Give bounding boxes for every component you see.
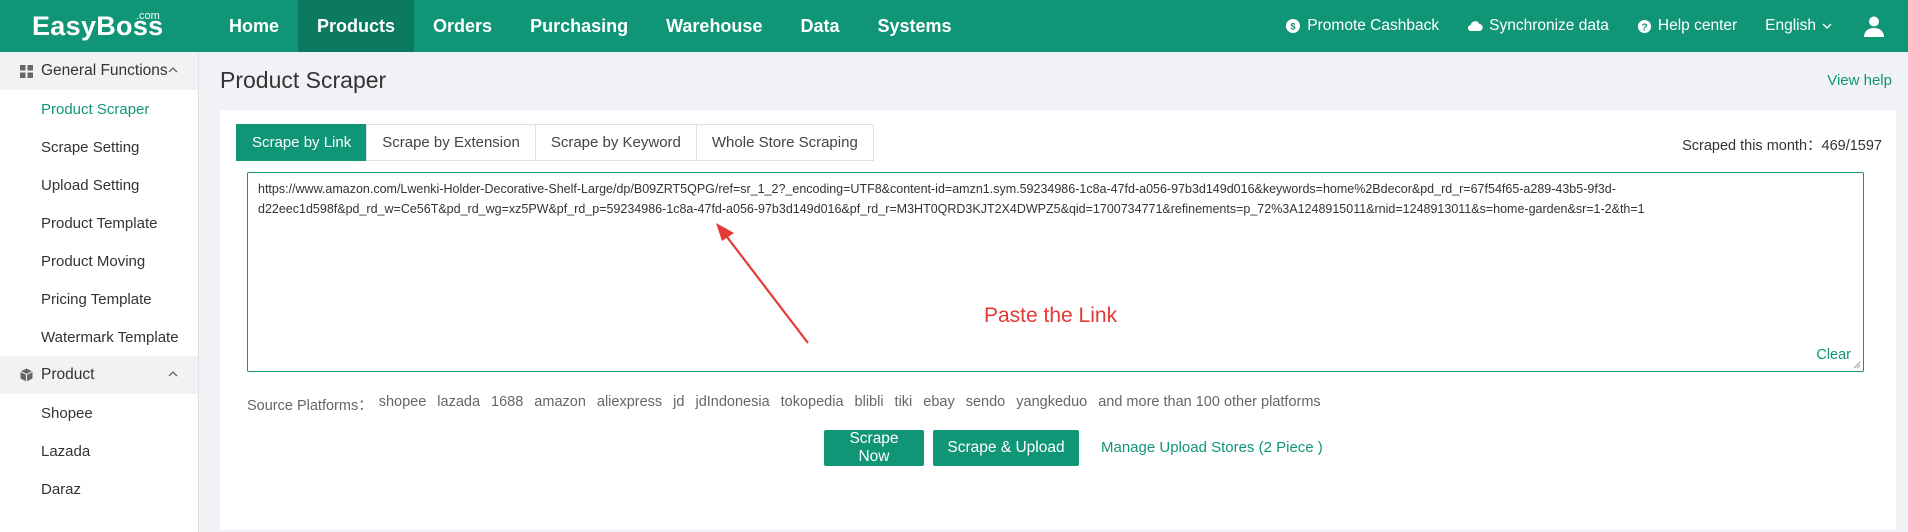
top-bar: EasyBoss .com Home Products Orders Purch… — [0, 0, 1908, 52]
sidebar-group-label: General Functions — [41, 62, 168, 79]
help-center-label: Help center — [1657, 17, 1738, 34]
synchronize-data-link[interactable]: Synchronize data — [1467, 17, 1609, 35]
sidebar: General Functions Product Scraper Scrape… — [0, 52, 199, 532]
scrape-tabs: Scrape by Link Scrape by Extension Scrap… — [236, 124, 874, 161]
synchronize-data-label: Synchronize data — [1489, 17, 1609, 34]
tab-scrape-by-link[interactable]: Scrape by Link — [236, 124, 368, 161]
platform-jd: jd — [673, 394, 685, 410]
link-input[interactable]: https://www.amazon.com/Lwenki-Holder-Dec… — [248, 173, 1863, 371]
manage-upload-stores-link[interactable]: Manage Upload Stores (2 Piece ) — [1101, 439, 1323, 456]
user-icon — [1864, 16, 1884, 37]
platform-amazon: amazon — [534, 394, 586, 410]
chevron-up-icon — [168, 371, 178, 377]
view-help-link[interactable]: View help — [1827, 72, 1892, 89]
promote-cashback-label: Promote Cashback — [1307, 17, 1440, 34]
platform-tiki: tiki — [894, 394, 913, 410]
scrape-now-button[interactable]: Scrape Now — [824, 430, 924, 466]
tab-scrape-by-keyword[interactable]: Scrape by Keyword — [534, 124, 697, 161]
sidebar-item-daraz[interactable]: Daraz — [0, 470, 198, 508]
source-platforms-label: Source Platforms： — [247, 398, 373, 414]
nav-home[interactable]: Home — [210, 0, 298, 52]
tab-whole-store-scraping[interactable]: Whole Store Scraping — [695, 124, 874, 161]
sidebar-group-general-functions[interactable]: General Functions — [0, 52, 198, 90]
language-label: English — [1765, 17, 1816, 34]
main-nav: Home Products Orders Purchasing Warehous… — [210, 0, 971, 52]
sidebar-item-product-moving[interactable]: Product Moving — [0, 242, 198, 280]
user-avatar[interactable] — [1862, 14, 1886, 38]
main-content: Product Scraper View help Scrape by Link… — [200, 52, 1908, 532]
chevron-up-icon — [168, 67, 178, 73]
platform-ebay: ebay — [923, 394, 955, 410]
paste-the-link-annotation: Paste the Link — [984, 304, 1118, 327]
nav-data[interactable]: Data — [781, 0, 858, 52]
help-center-link[interactable]: ? Help center — [1637, 17, 1737, 35]
cube-icon — [20, 368, 33, 382]
promote-cashback-link[interactable]: $ Promote Cashback — [1285, 17, 1439, 35]
logo[interactable]: EasyBoss .com — [0, 0, 210, 52]
platform-more: and more than 100 other platforms — [1098, 394, 1321, 410]
platform-tokopedia: tokopedia — [780, 394, 844, 410]
sidebar-item-shopee[interactable]: Shopee — [0, 394, 198, 432]
resize-handle-icon[interactable] — [1853, 361, 1861, 369]
sidebar-item-upload-setting[interactable]: Upload Setting — [0, 166, 198, 204]
logo-sup: .com — [136, 10, 160, 22]
sidebar-group-label: Product — [41, 366, 95, 383]
tab-scrape-by-extension[interactable]: Scrape by Extension — [366, 124, 536, 161]
svg-text:$: $ — [1291, 22, 1296, 32]
scraped-this-month: Scraped this month：469/1597 — [1682, 134, 1882, 155]
action-row: Scrape Now Scrape & Upload Manage Upload… — [220, 430, 1896, 466]
cloud-icon — [1468, 21, 1483, 32]
scraper-card: Scrape by Link Scrape by Extension Scrap… — [220, 110, 1896, 530]
platform-blibli: blibli — [854, 394, 884, 410]
nav-warehouse[interactable]: Warehouse — [647, 0, 781, 52]
question-icon: ? — [1637, 19, 1651, 33]
sidebar-item-product-scraper[interactable]: Product Scraper — [0, 90, 198, 128]
nav-purchasing[interactable]: Purchasing — [511, 0, 647, 52]
nav-products[interactable]: Products — [298, 0, 415, 52]
scraped-count: 469/1597 — [1821, 138, 1882, 154]
language-select[interactable]: English — [1765, 17, 1832, 35]
svg-text:?: ? — [1641, 22, 1647, 33]
sidebar-item-product-template[interactable]: Product Template — [0, 204, 198, 242]
cashback-icon: $ — [1286, 19, 1301, 33]
platform-sendo: sendo — [965, 394, 1006, 410]
nav-orders[interactable]: Orders — [414, 0, 511, 52]
platform-lazada: lazada — [437, 394, 481, 410]
link-input-wrap: https://www.amazon.com/Lwenki-Holder-Dec… — [247, 172, 1864, 372]
sidebar-group-product[interactable]: Product — [0, 356, 198, 394]
platform-yangkeduo: yangkeduo — [1016, 394, 1088, 410]
sidebar-item-pricing-template[interactable]: Pricing Template — [0, 280, 198, 318]
sidebar-item-scrape-setting[interactable]: Scrape Setting — [0, 128, 198, 166]
grid-icon — [20, 64, 33, 78]
platform-aliexpress: aliexpress — [596, 394, 663, 410]
platform-shopee: shopee — [378, 394, 427, 410]
top-right-menu: $ Promote Cashback Synchronize data ? He… — [1257, 0, 1908, 52]
sidebar-item-lazada[interactable]: Lazada — [0, 432, 198, 470]
platform-jdindonesia: jdIndonesia — [695, 394, 770, 410]
platform-1688: 1688 — [491, 394, 524, 410]
sidebar-item-watermark-template[interactable]: Watermark Template — [0, 318, 198, 356]
scraped-label: Scraped this month： — [1682, 138, 1822, 154]
page-title: Product Scraper — [220, 67, 387, 93]
scrape-upload-button[interactable]: Scrape & Upload — [933, 430, 1079, 466]
source-platforms: Source Platforms： shopee lazada 1688 ama… — [247, 394, 1332, 415]
clear-button[interactable]: Clear — [1816, 347, 1851, 363]
nav-systems[interactable]: Systems — [858, 0, 970, 52]
chevron-down-icon — [1822, 23, 1832, 29]
